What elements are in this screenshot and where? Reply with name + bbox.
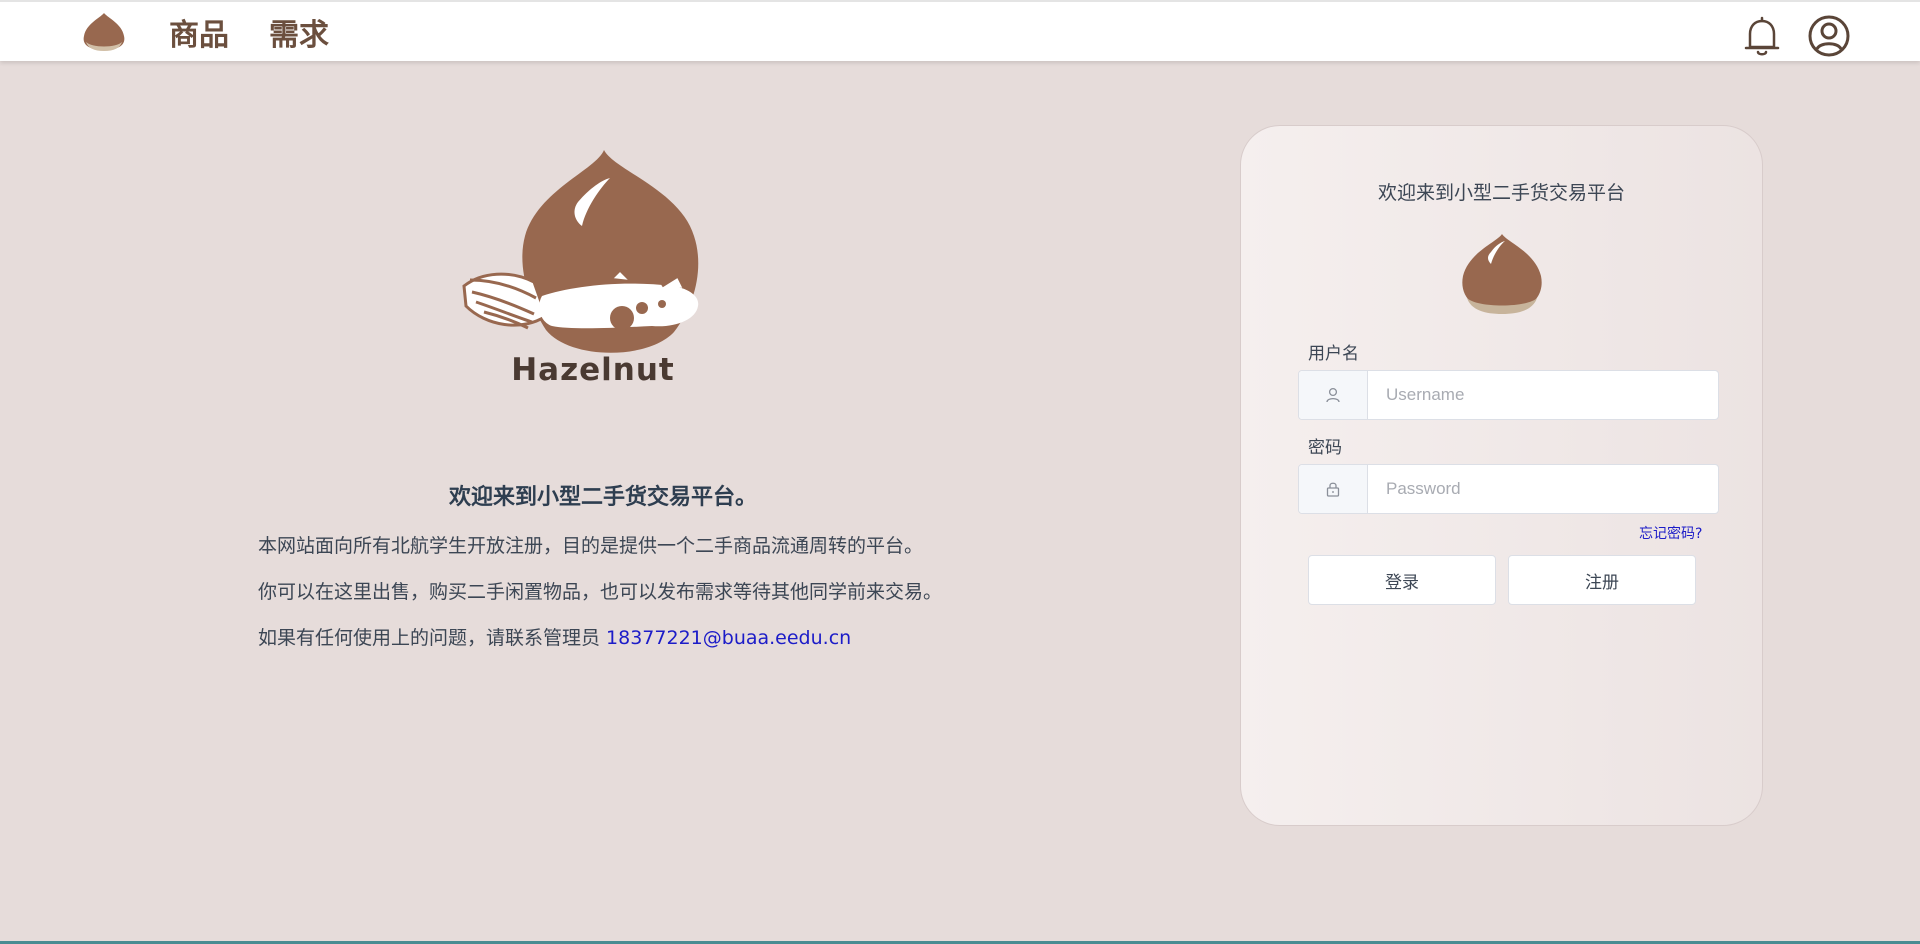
login-button[interactable]: 登录 <box>1308 555 1496 605</box>
hazelnut-logo-icon[interactable] <box>80 10 128 54</box>
lock-icon <box>1326 482 1340 497</box>
user-circle-icon[interactable] <box>1807 14 1851 58</box>
intro-line: 本网站面向所有北航学生开放注册，目的是提供一个二手商品流通周转的平台。 <box>258 535 924 557</box>
bell-icon[interactable] <box>1740 14 1784 58</box>
password-prefix <box>1299 465 1368 513</box>
username-input[interactable] <box>1368 371 1718 419</box>
forgot-password-link[interactable]: 忘记密码? <box>1639 523 1702 543</box>
register-button[interactable]: 注册 <box>1508 555 1696 605</box>
top-navbar: 商品 需求 <box>0 0 1920 61</box>
password-input-group <box>1298 464 1719 514</box>
contact-prefix: 如果有任何使用上的问题，请联系管理员 <box>258 627 607 649</box>
username-input-group <box>1298 370 1719 420</box>
contact-email-link[interactable]: 18377221@buaa.eedu.cn <box>606 627 851 649</box>
intro-title: 欢迎来到小型二手货交易平台。 <box>448 485 757 510</box>
user-icon <box>1326 387 1340 403</box>
hazelnut-icon <box>1462 234 1542 314</box>
username-label: 用户名 <box>1308 344 1359 364</box>
password-input[interactable] <box>1368 465 1718 513</box>
login-card-title: 欢迎来到小型二手货交易平台 <box>1377 182 1625 204</box>
hero-wordmark: Hazelnut <box>511 352 675 388</box>
nav-link-needs[interactable]: 需求 <box>269 10 329 54</box>
username-prefix <box>1299 371 1368 419</box>
login-card: 欢迎来到小型二手货交易平台 用户名 密码 忘记密码? 登录 注册 <box>1240 125 1763 826</box>
password-label: 密码 <box>1308 438 1342 458</box>
nav-link-goods[interactable]: 商品 <box>169 10 229 54</box>
contact-line: 如果有任何使用上的问题，请联系管理员 18377221@buaa.eedu.cn <box>258 623 851 650</box>
intro-line: 你可以在这里出售，购买二手闲置物品，也可以发布需求等待其他同学前来交易。 <box>258 581 943 603</box>
